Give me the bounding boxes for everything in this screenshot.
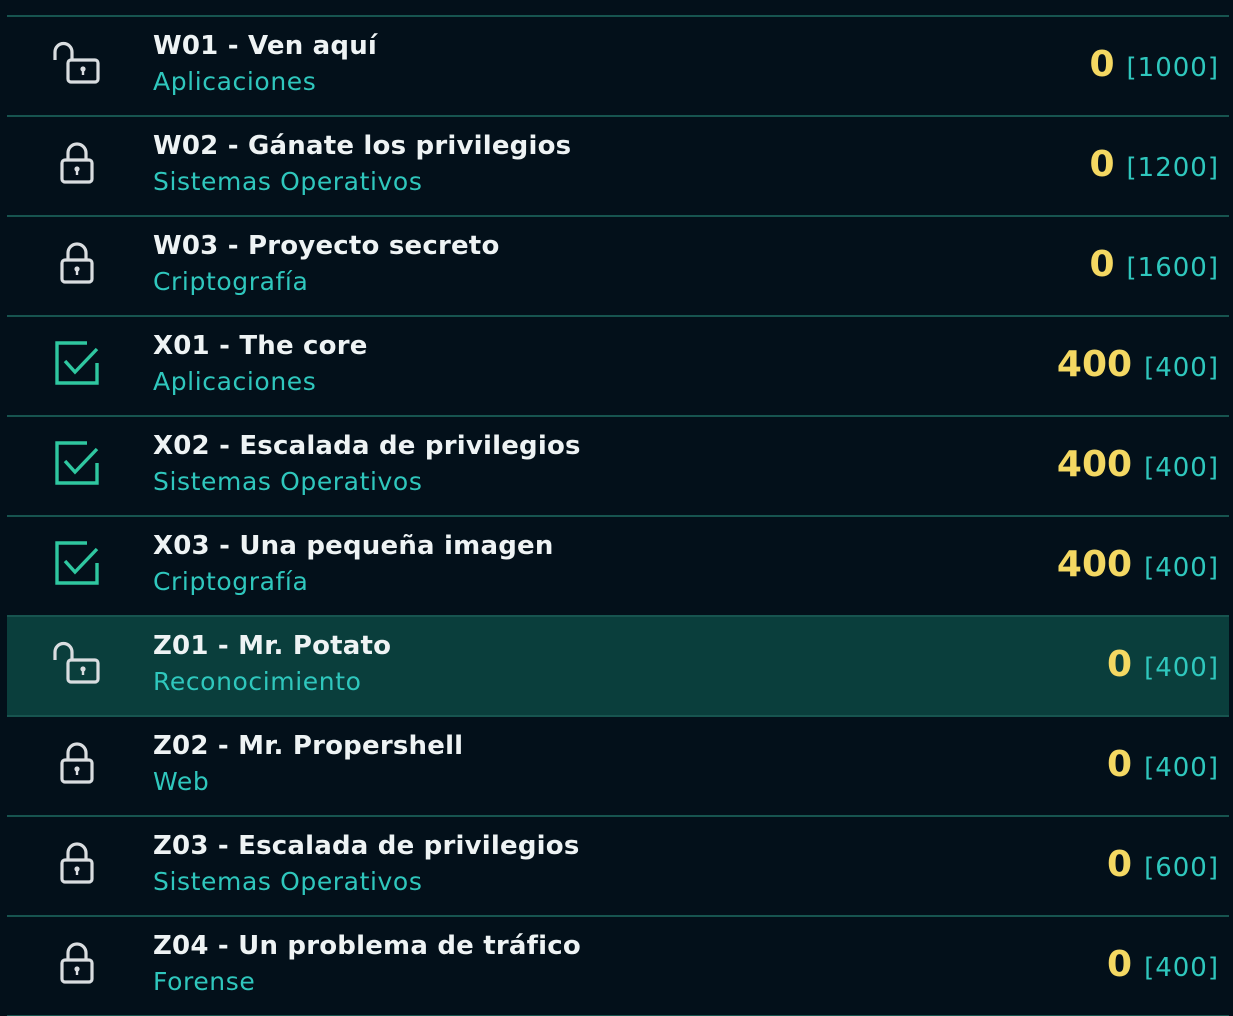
- unlocked-padlock-icon: [51, 637, 103, 689]
- challenge-max-score: [400]: [1144, 653, 1219, 683]
- challenge-row[interactable]: W02 - Gánate los privilegios Sistemas Op…: [7, 117, 1229, 217]
- challenge-score-group: 0 [600]: [1107, 847, 1219, 886]
- challenge-row[interactable]: X02 - Escalada de privilegios Sistemas O…: [7, 417, 1229, 517]
- challenge-title: Z04 - Un problema de tráfico: [153, 931, 581, 961]
- challenge-score-group: 0 [400]: [1107, 647, 1219, 686]
- challenge-score: 0: [1089, 144, 1115, 185]
- checkbox-checked-icon: [51, 537, 103, 589]
- challenge-score: 400: [1056, 544, 1133, 585]
- challenge-title: Z03 - Escalada de privilegios: [153, 831, 580, 861]
- challenge-title: W01 - Ven aquí: [153, 31, 378, 61]
- challenge-title: X03 - Una pequeña imagen: [153, 531, 554, 561]
- challenge-title: W03 - Proyecto secreto: [153, 231, 500, 261]
- challenge-max-score: [400]: [1144, 553, 1219, 583]
- challenge-score-group: 400 [400]: [1057, 347, 1219, 386]
- challenge-row[interactable]: W03 - Proyecto secreto Criptografía 0 [1…: [7, 217, 1229, 317]
- padlock-icon: [51, 137, 103, 189]
- challenge-score-group: 400 [400]: [1057, 447, 1219, 486]
- challenge-title: X02 - Escalada de privilegios: [153, 431, 581, 461]
- challenge-category: Criptografía: [153, 267, 309, 296]
- challenge-row[interactable]: Z02 - Mr. Propershell Web 0 [400]: [7, 717, 1229, 817]
- challenge-category: Web: [153, 767, 210, 796]
- padlock-icon: [51, 237, 103, 289]
- checkbox-checked-icon: [51, 337, 103, 389]
- challenge-row[interactable]: Z01 - Mr. Potato Reconocimiento 0 [400]: [7, 617, 1229, 717]
- challenge-score-group: 0 [1600]: [1089, 247, 1219, 286]
- challenge-max-score: [1600]: [1126, 253, 1219, 283]
- challenge-category: Aplicaciones: [153, 67, 317, 96]
- challenge-row[interactable]: X01 - The core Aplicaciones 400 [400]: [7, 317, 1229, 417]
- challenge-category: Forense: [153, 967, 256, 996]
- challenge-category: Reconocimiento: [153, 667, 362, 696]
- padlock-icon: [51, 837, 103, 889]
- challenge-score: 0: [1107, 844, 1133, 885]
- challenge-score-group: 0 [1200]: [1089, 147, 1219, 186]
- challenge-score: 0: [1107, 744, 1133, 785]
- checkbox-checked-icon: [51, 437, 103, 489]
- challenge-max-score: [600]: [1144, 853, 1219, 883]
- challenge-title: Z01 - Mr. Potato: [153, 631, 392, 661]
- challenge-max-score: [400]: [1144, 353, 1219, 383]
- challenge-score: 400: [1056, 444, 1133, 485]
- challenge-score: 0: [1107, 644, 1133, 685]
- challenge-category: Aplicaciones: [153, 367, 317, 396]
- challenge-title: W02 - Gánate los privilegios: [153, 131, 572, 161]
- challenge-score: 0: [1089, 44, 1115, 85]
- unlocked-padlock-icon: [51, 37, 103, 89]
- challenge-score-group: 0 [1000]: [1089, 47, 1219, 86]
- challenge-score-group: 0 [400]: [1107, 947, 1219, 986]
- challenge-title: X01 - The core: [153, 331, 368, 361]
- challenge-row[interactable]: X03 - Una pequeña imagen Criptografía 40…: [7, 517, 1229, 617]
- challenge-score: 0: [1089, 244, 1115, 285]
- challenge-score-group: 400 [400]: [1057, 547, 1219, 586]
- challenge-score-group: 0 [400]: [1107, 747, 1219, 786]
- challenge-max-score: [400]: [1144, 953, 1219, 983]
- challenge-max-score: [400]: [1144, 753, 1219, 783]
- challenge-category: Sistemas Operativos: [153, 867, 423, 896]
- challenge-category: Sistemas Operativos: [153, 467, 423, 496]
- challenge-score: 0: [1107, 944, 1133, 985]
- challenge-row[interactable]: Z03 - Escalada de privilegios Sistemas O…: [7, 817, 1229, 917]
- challenge-category: Sistemas Operativos: [153, 167, 423, 196]
- challenge-row[interactable]: W01 - Ven aquí Aplicaciones 0 [1000]: [7, 17, 1229, 117]
- challenge-title: Z02 - Mr. Propershell: [153, 731, 464, 761]
- challenge-row[interactable]: Z04 - Un problema de tráfico Forense 0 […: [7, 917, 1229, 1016]
- padlock-icon: [51, 937, 103, 989]
- challenge-score: 400: [1056, 344, 1133, 385]
- challenge-category: Criptografía: [153, 567, 309, 596]
- challenge-list: W01 - Ven aquí Aplicaciones 0 [1000] W02…: [7, 15, 1229, 1016]
- padlock-icon: [51, 737, 103, 789]
- challenge-max-score: [1200]: [1126, 153, 1219, 183]
- challenge-max-score: [1000]: [1126, 53, 1219, 83]
- challenge-max-score: [400]: [1144, 453, 1219, 483]
